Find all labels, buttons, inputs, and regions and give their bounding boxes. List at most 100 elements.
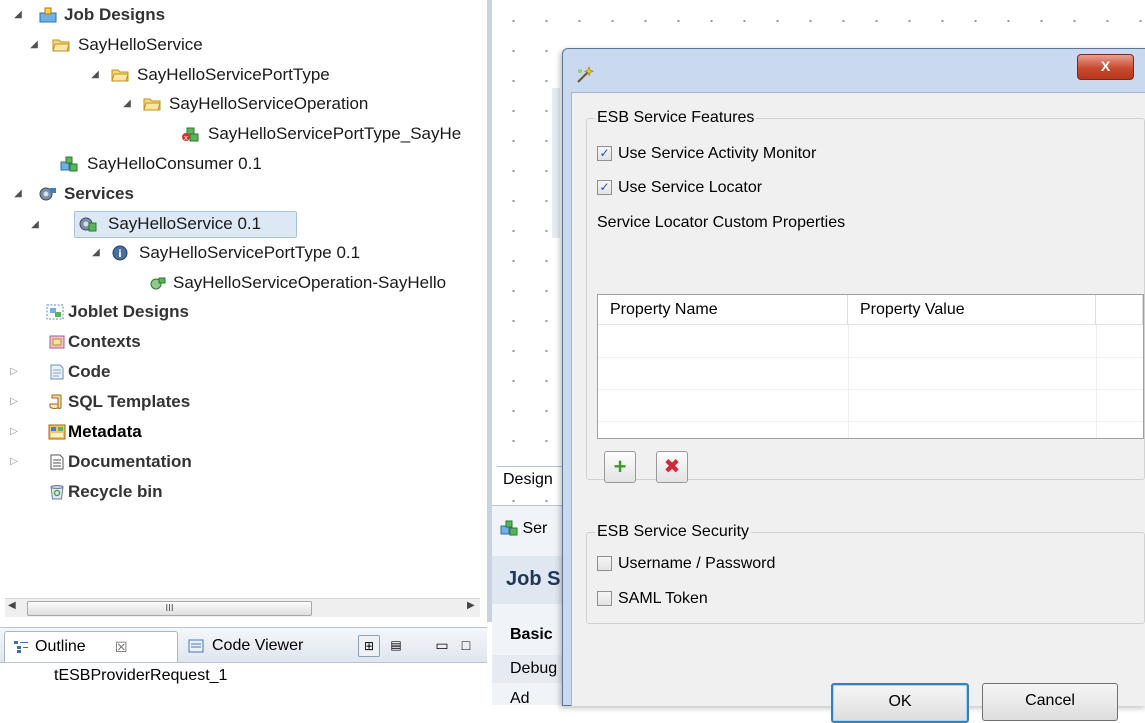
tree-label: Job Designs	[64, 5, 166, 24]
tree-node-consumer-job[interactable]: SayHelloConsumer 0.1	[0, 151, 480, 177]
use-sam-checkbox[interactable]: ✓	[597, 146, 612, 161]
sql-templates-icon	[49, 394, 62, 409]
remove-property-button[interactable]: ✖	[656, 451, 688, 483]
tab-close-icon[interactable]: ☒	[115, 632, 128, 662]
outline-tab-bar: Outline ☒ Code Viewer ⊞ ▤ ▭ □	[0, 628, 487, 663]
wizard-wand-icon	[577, 66, 595, 83]
tab-outline-label: Outline	[35, 638, 86, 655]
tab-basic[interactable]: Basic	[510, 626, 553, 644]
tree-node-job-item[interactable]: x SayHelloServicePortType_SayHe	[0, 121, 480, 147]
tree-label: Documentation	[68, 452, 192, 471]
tree-node-metadata[interactable]: ▷ Metadata	[0, 419, 480, 445]
row-divider	[598, 357, 1143, 358]
add-icon: +	[613, 454, 627, 479]
new-window-icon[interactable]: ▤	[386, 635, 406, 655]
tree-expanded-icon[interactable]: ◢	[121, 91, 133, 117]
maximize-icon[interactable]: □	[456, 635, 476, 655]
tree-node-services[interactable]: ◢ Services	[0, 181, 480, 207]
tree-node-sayhelloservice-folder[interactable]: ◢ SayHelloService	[0, 32, 480, 58]
use-sam-checkbox-row[interactable]: ✓ Use Service Activity Monitor	[597, 143, 927, 165]
tree-label: Recycle bin	[68, 482, 163, 501]
username-password-label: Username / Password	[618, 555, 776, 572]
tab-code-viewer[interactable]: Code Viewer	[180, 631, 330, 661]
tree-expanded-icon[interactable]: ◢	[29, 212, 41, 238]
contexts-icon	[49, 335, 65, 349]
operation-icon	[150, 277, 166, 290]
dialog-body: ESB Service Features ✓ Use Service Activ…	[571, 92, 1145, 723]
tree-collapsed-icon[interactable]: ▷	[8, 359, 20, 385]
tree-view-toggle-icon[interactable]: ⊞	[358, 635, 380, 657]
cancel-label: Cancel	[1025, 692, 1075, 709]
scrollbar-thumb[interactable]: III	[27, 601, 312, 616]
minimize-icon[interactable]: ▭	[432, 635, 452, 655]
tree-node-contexts[interactable]: Contexts	[0, 329, 480, 355]
delete-icon: ✖	[663, 456, 681, 478]
tree-node-recycle-bin[interactable]: Recycle bin	[0, 479, 480, 505]
tree-node-operation-item[interactable]: SayHelloServiceOperation-SayHello	[0, 270, 480, 296]
tree-label: SQL Templates	[68, 392, 191, 411]
job-tab[interactable]: Ser	[500, 520, 547, 538]
code-icon	[50, 364, 64, 380]
component-props-area: Ser Job S Basic Debug Ad	[492, 505, 572, 708]
tree-node-sql-templates[interactable]: ▷ SQL Templates	[0, 389, 480, 415]
column-header-property-name[interactable]: Property Name	[598, 295, 848, 325]
username-checkbox-row[interactable]: Username / Password	[597, 553, 827, 575]
column-header-property-value[interactable]: Property Value	[848, 295, 1096, 325]
tree-label: SayHelloServicePortType 0.1	[139, 243, 361, 262]
tree-expanded-icon[interactable]: ◢	[12, 2, 24, 28]
horizontal-scrollbar[interactable]: ◀ III ▶	[5, 598, 480, 617]
tree-label: SayHelloServiceOperation	[169, 94, 369, 113]
tree-node-operation-folder[interactable]: ◢ SayHelloServiceOperation	[0, 91, 480, 117]
saml-checkbox-row[interactable]: SAML Token	[597, 588, 747, 610]
row-divider	[598, 389, 1143, 390]
tree-label: SayHelloService	[78, 35, 203, 54]
tree-expanded-icon[interactable]: ◢	[90, 240, 102, 266]
tree-node-porttype-folder[interactable]: ◢ SayHelloServicePortType	[0, 62, 480, 88]
dialog-title-bar[interactable]: X	[563, 49, 1145, 83]
tree-node-service-item[interactable]: ◢ SayHelloService 0.1	[31, 211, 297, 238]
job-icon	[500, 520, 518, 536]
use-locator-checkbox[interactable]: ✓	[597, 180, 612, 195]
job-error-icon: x	[182, 127, 199, 142]
tree-label: Contexts	[68, 332, 141, 351]
use-sam-label: Use Service Activity Monitor	[618, 145, 817, 162]
tree-expanded-icon[interactable]: ◢	[12, 181, 24, 207]
tab-design-label: Design	[503, 471, 553, 488]
tab-outline[interactable]: Outline ☒	[4, 631, 178, 662]
tree-label: Joblet Designs	[68, 302, 189, 321]
tree-label: SayHelloConsumer 0.1	[87, 154, 262, 173]
tree-label: Code	[68, 362, 111, 381]
svg-text:i: i	[118, 249, 121, 260]
tree-label: Metadata	[68, 422, 142, 441]
ok-label: OK	[888, 693, 912, 710]
outline-item[interactable]: tESBProviderRequest_1	[54, 667, 227, 685]
add-property-button[interactable]: +	[604, 451, 636, 483]
tab-debug-row[interactable]: Debug	[492, 655, 572, 683]
job-tab-label: Ser	[522, 520, 548, 537]
tab-advanced[interactable]: Ad	[510, 690, 530, 708]
saml-token-checkbox[interactable]	[597, 591, 612, 606]
close-button[interactable]: X	[1077, 54, 1134, 80]
tree-node-joblet-designs[interactable]: Joblet Designs	[0, 299, 480, 325]
cancel-button[interactable]: Cancel	[982, 683, 1118, 721]
repository-tree-panel: ◢ Job Designs ◢ SayHelloService ◢ SayHel…	[0, 0, 492, 622]
scrollbar-grip: III	[165, 603, 174, 614]
outline-icon	[14, 641, 28, 653]
use-locator-checkbox-row[interactable]: ✓ Use Service Locator	[597, 177, 827, 199]
tree-node-porttype-item[interactable]: ◢ i SayHelloServicePortType 0.1	[0, 240, 480, 266]
tree-expanded-icon[interactable]: ◢	[28, 32, 40, 58]
tree-node-job-designs[interactable]: ◢ Job Designs	[0, 2, 480, 28]
scroll-right-icon[interactable]: ▶	[467, 600, 475, 611]
svg-text:x: x	[184, 134, 188, 142]
tree-expanded-icon[interactable]: ◢	[89, 62, 101, 88]
custom-properties-table[interactable]: Property Name Property Value	[597, 294, 1144, 439]
ok-button[interactable]: OK	[831, 683, 969, 723]
scroll-left-icon[interactable]: ◀	[8, 600, 16, 611]
tree-node-code[interactable]: ▷ Code	[0, 359, 480, 385]
tree-collapsed-icon[interactable]: ▷	[8, 449, 20, 475]
tree-collapsed-icon[interactable]: ▷	[8, 419, 20, 445]
tree-node-documentation[interactable]: ▷ Documentation	[0, 449, 480, 475]
username-password-checkbox[interactable]	[597, 556, 612, 571]
tree-collapsed-icon[interactable]: ▷	[8, 389, 20, 415]
esb-security-group: ESB Service Security	[586, 523, 1145, 624]
